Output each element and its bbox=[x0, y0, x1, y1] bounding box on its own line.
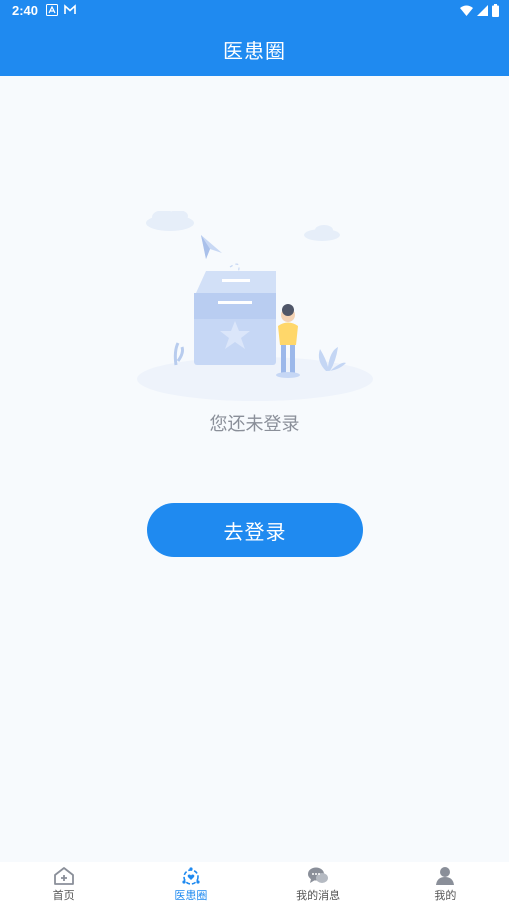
not-logged-in-message: 您还未登录 bbox=[209, 414, 300, 435]
status-right-icons bbox=[460, 4, 499, 17]
empty-box-illustration bbox=[137, 211, 373, 401]
status-time: 2:40 bbox=[12, 3, 39, 18]
tab-circle-label: 医患圈 bbox=[174, 889, 208, 902]
page-title: 医患圈 bbox=[223, 38, 286, 63]
app-header: 医患圈 bbox=[0, 22, 509, 76]
home-icon bbox=[53, 867, 74, 885]
gmail-icon bbox=[64, 4, 76, 14]
signal-icon bbox=[477, 4, 488, 16]
tab-home-label: 首页 bbox=[52, 889, 75, 902]
tab-doctor-patient-circle[interactable]: 医患圈 bbox=[127, 862, 254, 906]
font-a-icon bbox=[46, 4, 58, 16]
battery-icon bbox=[492, 4, 499, 17]
tab-profile-label: 我的 bbox=[434, 889, 457, 902]
tab-messages-label: 我的消息 bbox=[296, 889, 341, 902]
user-icon bbox=[436, 867, 455, 885]
tab-home[interactable]: 首页 bbox=[0, 862, 127, 906]
main-content: 您还未登录 去登录 bbox=[0, 76, 509, 862]
wifi-icon bbox=[460, 5, 473, 16]
status-bar: 2:40 bbox=[0, 0, 509, 22]
login-button[interactable]: 去登录 bbox=[147, 503, 363, 557]
bottom-tab-bar: 首页 医患圈 我的消息 我的 bbox=[0, 862, 509, 906]
status-left-icons bbox=[46, 4, 76, 16]
circle-heart-icon bbox=[182, 867, 200, 885]
tab-profile[interactable]: 我的 bbox=[382, 862, 509, 906]
tab-messages[interactable]: 我的消息 bbox=[255, 862, 382, 906]
chat-icon bbox=[308, 867, 329, 883]
